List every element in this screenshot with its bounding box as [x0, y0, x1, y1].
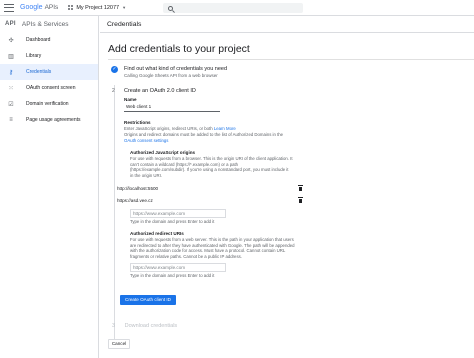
step-3-title: Download credentials [124, 323, 178, 329]
delete-icon[interactable] [298, 197, 303, 203]
origin-value: http://localhost:5500 [117, 186, 159, 191]
cancel-button[interactable]: Cancel [108, 339, 130, 349]
consent-screen-icon: ⁙ [8, 85, 14, 92]
sidebar-item-credentials[interactable]: ⚷ Credentials [0, 64, 98, 80]
step-1[interactable]: ✓ Find out what kind of credentials you … [111, 66, 451, 82]
google-apis-logo[interactable]: Google APIs [20, 4, 58, 11]
js-origins-help: For use with requests from a browser. Th… [130, 156, 350, 178]
logo-apis-text: APIs [44, 4, 59, 11]
redirect-placeholder: https://www.example.com [133, 265, 186, 270]
origin-value: https://asd.vee.cz [117, 198, 153, 203]
sidebar-item-library[interactable]: ▥ Library [0, 48, 98, 64]
origin-item: https://asd.vee.cz [114, 196, 303, 206]
page-header: Credentials [100, 16, 474, 33]
sidebar-title: APIs & Services [21, 20, 69, 28]
form-title: Add credentials to your project [108, 43, 250, 55]
sidebar-item-label: Dashboard [26, 37, 51, 43]
redirect-uris-label: Authorized redirect URIs [130, 231, 184, 236]
js-origins-label: Authorized JavaScript origins [130, 150, 196, 155]
top-app-bar: Google APIs My Project 12077 ▼ [0, 0, 474, 16]
dashboard-icon: ✣ [8, 37, 14, 44]
sidebar-item-label: Credentials [26, 69, 52, 75]
restrictions-label: Restrictions [124, 120, 151, 125]
page-title: Credentials [107, 20, 142, 28]
redirect-hint: Type in the domain and press Enter to ad… [130, 273, 215, 278]
sidebar-item-dashboard[interactable]: ✣ Dashboard [0, 32, 98, 48]
search-icon [168, 5, 173, 11]
step-1-title: Find out what kind of credentials you ne… [124, 66, 228, 72]
sidebar-item-label: Page usage agreements [26, 117, 81, 123]
step-3-number: 3 [112, 323, 116, 329]
key-icon: ⚷ [8, 69, 14, 76]
delete-icon[interactable] [298, 185, 303, 191]
name-label: Name [124, 97, 137, 102]
restrictions-text: Enter JavaScript origins, redirect URIs,… [124, 126, 324, 132]
js-origins-help-line: in the origin URI. [130, 172, 163, 178]
api-logo: API [5, 21, 16, 27]
restrictions-text-2: Origins and redirect domains must be add… [124, 132, 284, 137]
restrictions-text-1: Enter JavaScript origins, redirect URIs,… [124, 126, 213, 131]
origin-item: http://localhost:5500 [114, 184, 303, 194]
project-selector[interactable]: My Project 12077 ▼ [68, 5, 126, 11]
origin-placeholder: https://www.example.com [133, 211, 186, 216]
origin-input[interactable]: https://www.example.com [130, 209, 226, 218]
name-field[interactable]: Web client 1 [124, 103, 220, 112]
domain-verification-icon: ☑ [8, 101, 14, 108]
check-circle-icon: ✓ [111, 66, 118, 73]
search-input[interactable] [163, 3, 303, 13]
sidebar-nav: ✣ Dashboard ▥ Library ⚷ Credentials ⁙ OAuth con… [0, 32, 98, 128]
origin-hint: Type in the domain and press Enter to ad… [130, 219, 215, 224]
redirect-help-line: fragments or relative paths. Cannot be a… [130, 253, 242, 259]
sidebar-item-page-usage-agreements[interactable]: ≡ Page usage agreements [0, 112, 98, 128]
sidebar-item-label: Library [26, 53, 42, 59]
redirect-uri-input[interactable]: https://www.example.com [130, 263, 226, 272]
sidebar-item-label: OAuth consent screen [26, 85, 76, 91]
page-usage-agreements-icon: ≡ [9, 117, 13, 123]
chevron-down-icon: ▼ [122, 5, 127, 10]
project-name: My Project 12077 [76, 4, 120, 11]
learn-more-link[interactable]: Learn More [214, 126, 236, 131]
library-icon: ▥ [8, 53, 14, 60]
redirect-uris-help: For use with requests from a web server.… [130, 237, 360, 259]
step-2-title: Create an OAuth 2.0 client ID [124, 88, 196, 94]
create-oauth-client-id-button[interactable]: Create OAuth client ID [120, 295, 176, 305]
oauth-consent-settings-link[interactable]: OAuth consent settings [124, 138, 168, 144]
step-1-subtitle: Calling Google Sheets API from a web bro… [124, 73, 218, 78]
sidebar-header: API APIs & Services [0, 16, 98, 32]
main-content: Add credentials to your project ✓ Find o… [108, 33, 474, 358]
project-icon [68, 5, 74, 10]
logo-google-text: Google [20, 4, 43, 11]
sidebar-item-label: Domain verification [26, 101, 69, 107]
sidebar-item-domain-verification[interactable]: ☑ Domain verification [0, 96, 98, 112]
stepper-line [114, 85, 115, 347]
menu-icon[interactable] [4, 3, 14, 12]
divider [108, 59, 474, 60]
step-3: 3 Download credentials [112, 323, 177, 329]
sidebar: API APIs & Services ✣ Dashboard ▥ Library ⚷ C… [0, 16, 99, 358]
step-2-number: 2 [112, 88, 115, 94]
sidebar-item-oauth-consent-screen[interactable]: ⁙ OAuth consent screen [0, 80, 98, 96]
